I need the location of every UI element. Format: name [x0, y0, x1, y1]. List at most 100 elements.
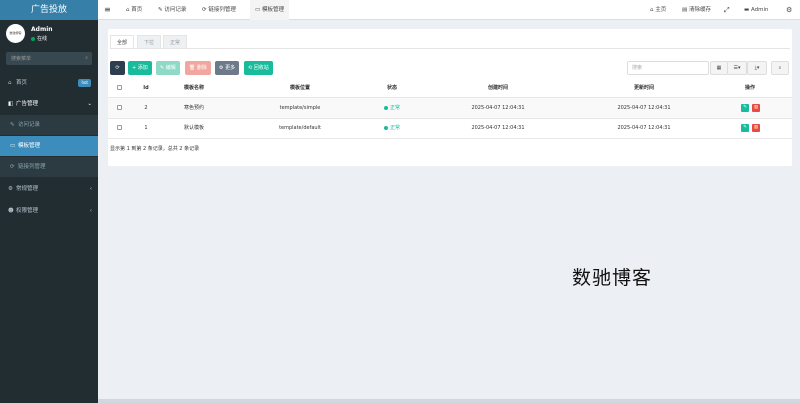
admin-menu[interactable]: ▬ Admin [744, 0, 768, 20]
cell-updated: 2025-04-07 12:04:31 [617, 105, 671, 111]
settings-icon[interactable]: ⚙ [786, 0, 792, 20]
tab-link-list[interactable]: ⟳ 链接列管理 [198, 0, 240, 20]
select-all-checkbox[interactable] [117, 85, 122, 90]
recycle-bin-button[interactable]: ⟲ 回收站 [244, 61, 273, 75]
home-link-label: 主页 [655, 7, 667, 13]
row-edit-icon[interactable]: ✎ [741, 124, 749, 132]
user-status-text: 在线 [37, 36, 48, 42]
tab-divider [110, 48, 790, 49]
tab-home[interactable]: ⌂ 首页 [122, 0, 146, 20]
column-header-created[interactable]: 创建时间 [470, 78, 526, 98]
sidebar-item-ad-management[interactable]: ◧ 广告管理 ⌄ [0, 94, 98, 114]
row-divider [108, 138, 792, 139]
sidebar-item-general[interactable]: ⚙ 常规管理 ‹ [0, 179, 98, 199]
hot-badge: hot [78, 79, 91, 87]
sidebar-item-permission[interactable]: ☻ 权限管理 ‹ [0, 201, 98, 221]
filter-tab-normal[interactable]: 正常 [163, 35, 188, 49]
row-checkbox[interactable] [117, 105, 122, 110]
home-link[interactable]: ⌂ 主页 [650, 0, 666, 20]
cell-name: 默认模板 [183, 125, 204, 131]
cell-status: 正常 [376, 118, 408, 138]
trash-icon: ▤ [682, 7, 689, 13]
columns-dropdown-icon[interactable]: ☰▾ [727, 61, 747, 75]
cell-id: 1 [144, 125, 148, 131]
user-panel: 数驰博客 Admin 在线 [0, 20, 98, 50]
tab-visit-log[interactable]: ✎ 访问记录 [154, 0, 190, 20]
toggle-view-icon[interactable]: ▦ [710, 61, 728, 75]
sidebar-item-visit-log[interactable]: ✎ 访问记录 [0, 115, 98, 135]
row-delete-icon[interactable]: ▥ [752, 104, 760, 112]
clear-cache-button[interactable]: ▤ 清除缓存 [682, 0, 711, 20]
edit-button[interactable]: ✎ 编辑 [156, 61, 180, 75]
column-header-updated[interactable]: 更新时间 [616, 78, 672, 98]
sidebar-item-label: 首页 [16, 80, 28, 86]
online-dot-icon [31, 36, 35, 41]
avatar: 数驰博客 [6, 24, 25, 43]
column-header-name[interactable]: 模板名称 [168, 78, 220, 98]
row-checkbox[interactable] [117, 125, 122, 130]
ad-icon: ◧ [8, 101, 14, 107]
filter-tab-dropdown[interactable]: 下拉 [137, 35, 162, 49]
row-edit-icon[interactable]: ✎ [741, 104, 749, 112]
tab-label: 访问记录 [164, 7, 187, 13]
chevron-left-icon: ‹ [89, 208, 92, 214]
tab-label: 模板管理 [261, 7, 284, 13]
chevron-down-icon: ⌄ [87, 101, 92, 107]
column-header-id[interactable]: Id [138, 78, 154, 98]
sidebar-item-link-list[interactable]: ⟳ 链接列管理 [0, 157, 98, 177]
status-text: 正常 [389, 125, 400, 131]
sidebar-item-template[interactable]: ▭ 模板管理 [0, 136, 98, 156]
cell-updated: 2025-04-07 12:04:31 [617, 125, 671, 131]
pagination-summary: 显示第 1 到第 2 条记录，总共 2 条记录 [110, 146, 200, 152]
app-logo[interactable]: 广告投放 [0, 0, 98, 20]
pencil-icon: ✎ [10, 122, 15, 128]
column-header-status[interactable]: 状态 [376, 78, 408, 98]
refresh-button[interactable]: ⟳ [110, 61, 125, 75]
cell-status: 正常 [376, 98, 408, 118]
template-icon: ▭ [10, 143, 16, 149]
clear-cache-label: 清除缓存 [688, 7, 711, 13]
cell-position: template/simple [279, 105, 321, 111]
row-delete-icon[interactable]: ▥ [752, 124, 760, 132]
sidebar-search-placeholder: 搜索菜单 [11, 56, 32, 62]
avatar-small-icon: ▬ [744, 7, 751, 13]
export-dropdown-icon[interactable]: ⤓▾ [747, 61, 767, 75]
status-text: 正常 [389, 105, 400, 111]
user-name: Admin [31, 26, 53, 33]
cogs-icon: ⚙ [8, 186, 13, 192]
cell-id: 2 [144, 105, 148, 111]
users-icon: ☻ [8, 208, 14, 214]
top-header: ≡ ⌂ 首页 ✎ 访问记录 ⟳ 链接列管理 ▭ 模板管理 ⌂ 主页 ▤ 清除缓存… [98, 0, 800, 20]
sidebar-item-label: 常规管理 [16, 186, 39, 192]
tab-label: 首页 [131, 7, 143, 13]
sidebar-item-label: 链接列管理 [18, 164, 46, 170]
horizontal-scrollbar[interactable] [98, 399, 800, 403]
menu-toggle-icon[interactable]: ≡ [104, 0, 111, 20]
sidebar-item-label: 权限管理 [16, 208, 39, 214]
status-dot-icon [383, 125, 388, 130]
watermark-text: 数驰博客 [572, 267, 653, 289]
sidebar-search-input[interactable]: 搜索菜单 ⌕ [6, 52, 92, 65]
add-button[interactable]: + 添加 [128, 61, 152, 75]
sidebar-item-home[interactable]: ⌂ 首页 hot [0, 73, 98, 93]
search-icon[interactable]: ⌕ [85, 55, 88, 61]
more-button[interactable]: ⚙ 更多 [215, 61, 240, 75]
column-header-actions: 操作 [744, 85, 755, 91]
chevron-left-icon: ‹ [89, 186, 92, 192]
delete-button[interactable]: 🗑 删除 [185, 61, 211, 75]
home-icon: ⌂ [8, 80, 12, 86]
tab-label: 链接列管理 [208, 7, 236, 13]
cell-position: template/default [279, 125, 321, 131]
status-dot-icon [383, 105, 388, 110]
fullscreen-icon[interactable]: ⤢ [724, 0, 730, 20]
sidebar-item-label: 广告管理 [16, 101, 39, 107]
table-search-input[interactable]: 搜索 [627, 61, 709, 75]
sidebar: 广告投放 数驰博客 Admin 在线 搜索菜单 ⌕ ⌂ 首页 hot ◧ 广告管理 … [0, 0, 98, 403]
tab-template[interactable]: ▭ 模板管理 [250, 0, 289, 20]
admin-name: Admin [750, 7, 769, 13]
filter-tab-all[interactable]: 全部 [110, 35, 135, 49]
template-icon: ▭ [255, 7, 262, 13]
column-header-position[interactable]: 模板位置 [270, 78, 330, 98]
user-status: 在线 [31, 35, 47, 42]
common-search-icon[interactable]: ⌕ [771, 61, 789, 75]
